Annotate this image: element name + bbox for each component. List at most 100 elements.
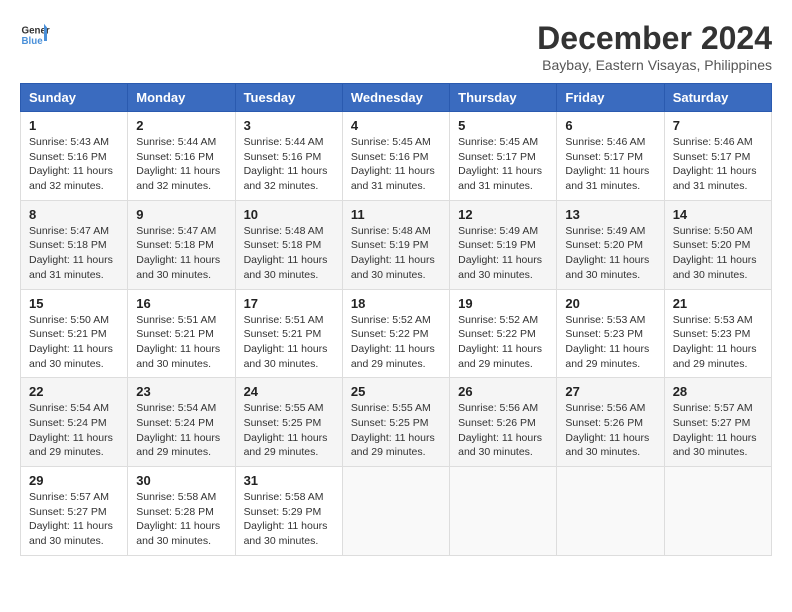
day-number: 20 (565, 296, 655, 311)
day-info: Sunrise: 5:53 AM Sunset: 5:23 PM Dayligh… (673, 313, 763, 372)
day-number: 27 (565, 384, 655, 399)
header-tuesday: Tuesday (235, 84, 342, 112)
day-info: Sunrise: 5:52 AM Sunset: 5:22 PM Dayligh… (351, 313, 441, 372)
header-friday: Friday (557, 84, 664, 112)
day-number: 16 (136, 296, 226, 311)
day-cell (342, 467, 449, 556)
day-info: Sunrise: 5:47 AM Sunset: 5:18 PM Dayligh… (29, 224, 119, 283)
page-header: General Blue December 2024 Baybay, Easte… (20, 20, 772, 73)
day-info: Sunrise: 5:54 AM Sunset: 5:24 PM Dayligh… (29, 401, 119, 460)
day-cell: 4Sunrise: 5:45 AM Sunset: 5:16 PM Daylig… (342, 112, 449, 201)
header-sunday: Sunday (21, 84, 128, 112)
title-area: December 2024 Baybay, Eastern Visayas, P… (537, 20, 772, 73)
day-number: 15 (29, 296, 119, 311)
day-info: Sunrise: 5:45 AM Sunset: 5:17 PM Dayligh… (458, 135, 548, 194)
day-number: 29 (29, 473, 119, 488)
day-cell: 10 Sunrise: 5:48 AM Sunset: 5:18 PM Dayli… (235, 200, 342, 289)
day-number: 18 (351, 296, 441, 311)
day-info: Sunrise: 5:43 AM Sunset: 5:16 PM Dayligh… (29, 135, 119, 194)
day-cell: 19 Sunrise: 5:52 AM Sunset: 5:22 PM Dayli… (450, 289, 557, 378)
day-cell: 21 Sunrise: 5:53 AM Sunset: 5:23 PM Dayli… (664, 289, 771, 378)
day-cell: 20 Sunrise: 5:53 AM Sunset: 5:23 PM Dayli… (557, 289, 664, 378)
day-cell: 16Sunrise: 5:51 AM Sunset: 5:21 PM Dayli… (128, 289, 235, 378)
day-number: 5 (458, 118, 548, 133)
day-number: 12 (458, 207, 548, 222)
day-cell: 7 Sunrise: 5:46 AM Sunset: 5:17 PM Daylig… (664, 112, 771, 201)
day-info: Sunrise: 5:50 AM Sunset: 5:21 PM Dayligh… (29, 313, 119, 372)
day-info: Sunrise: 5:52 AM Sunset: 5:22 PM Dayligh… (458, 313, 548, 372)
day-number: 28 (673, 384, 763, 399)
day-cell: 11Sunrise: 5:48 AM Sunset: 5:19 PM Dayli… (342, 200, 449, 289)
day-number: 8 (29, 207, 119, 222)
day-cell: 2Sunrise: 5:44 AM Sunset: 5:16 PM Daylig… (128, 112, 235, 201)
header-thursday: Thursday (450, 84, 557, 112)
day-cell: 30 Sunrise: 5:58 AM Sunset: 5:28 PM Dayli… (128, 467, 235, 556)
svg-text:Blue: Blue (22, 36, 44, 47)
day-cell: 17 Sunrise: 5:51 AM Sunset: 5:21 PM Dayli… (235, 289, 342, 378)
day-number: 24 (244, 384, 334, 399)
day-info: Sunrise: 5:51 AM Sunset: 5:21 PM Dayligh… (244, 313, 334, 372)
location-subtitle: Baybay, Eastern Visayas, Philippines (537, 57, 772, 73)
day-cell: 8 Sunrise: 5:47 AM Sunset: 5:18 PM Daylig… (21, 200, 128, 289)
day-info: Sunrise: 5:53 AM Sunset: 5:23 PM Dayligh… (565, 313, 655, 372)
day-number: 6 (565, 118, 655, 133)
day-info: Sunrise: 5:46 AM Sunset: 5:17 PM Dayligh… (673, 135, 763, 194)
day-info: Sunrise: 5:58 AM Sunset: 5:29 PM Dayligh… (244, 490, 334, 549)
day-number: 4 (351, 118, 441, 133)
header-saturday: Saturday (664, 84, 771, 112)
day-info: Sunrise: 5:54 AM Sunset: 5:24 PM Dayligh… (136, 401, 226, 460)
day-cell (664, 467, 771, 556)
week-row-2: 8 Sunrise: 5:47 AM Sunset: 5:18 PM Daylig… (21, 200, 772, 289)
header-wednesday: Wednesday (342, 84, 449, 112)
day-number: 2 (136, 118, 226, 133)
day-info: Sunrise: 5:48 AM Sunset: 5:18 PM Dayligh… (244, 224, 334, 283)
day-cell: 5 Sunrise: 5:45 AM Sunset: 5:17 PM Daylig… (450, 112, 557, 201)
day-cell: 14 Sunrise: 5:50 AM Sunset: 5:20 PM Dayli… (664, 200, 771, 289)
day-cell: 28 Sunrise: 5:57 AM Sunset: 5:27 PM Dayli… (664, 378, 771, 467)
day-cell: 15 Sunrise: 5:50 AM Sunset: 5:21 PM Dayli… (21, 289, 128, 378)
day-cell: 9 Sunrise: 5:47 AM Sunset: 5:18 PM Daylig… (128, 200, 235, 289)
day-number: 3 (244, 118, 334, 133)
day-number: 14 (673, 207, 763, 222)
day-number: 21 (673, 296, 763, 311)
day-number: 7 (673, 118, 763, 133)
day-info: Sunrise: 5:57 AM Sunset: 5:27 PM Dayligh… (673, 401, 763, 460)
day-info: Sunrise: 5:47 AM Sunset: 5:18 PM Dayligh… (136, 224, 226, 283)
logo-icon: General Blue (20, 20, 50, 50)
day-info: Sunrise: 5:46 AM Sunset: 5:17 PM Dayligh… (565, 135, 655, 194)
day-number: 26 (458, 384, 548, 399)
week-row-4: 22 Sunrise: 5:54 AM Sunset: 5:24 PM Dayli… (21, 378, 772, 467)
day-cell: 22 Sunrise: 5:54 AM Sunset: 5:24 PM Dayli… (21, 378, 128, 467)
day-cell: 1 Sunrise: 5:43 AM Sunset: 5:16 PM Daylig… (21, 112, 128, 201)
day-number: 31 (244, 473, 334, 488)
day-cell: 29Sunrise: 5:57 AM Sunset: 5:27 PM Dayli… (21, 467, 128, 556)
day-number: 19 (458, 296, 548, 311)
calendar-table: Sunday Monday Tuesday Wednesday Thursday… (20, 83, 772, 556)
day-info: Sunrise: 5:55 AM Sunset: 5:25 PM Dayligh… (351, 401, 441, 460)
day-info: Sunrise: 5:48 AM Sunset: 5:19 PM Dayligh… (351, 224, 441, 283)
day-info: Sunrise: 5:56 AM Sunset: 5:26 PM Dayligh… (565, 401, 655, 460)
day-number: 17 (244, 296, 334, 311)
day-cell: 31 Sunrise: 5:58 AM Sunset: 5:29 PM Dayli… (235, 467, 342, 556)
day-cell: 24Sunrise: 5:55 AM Sunset: 5:25 PM Dayli… (235, 378, 342, 467)
day-info: Sunrise: 5:58 AM Sunset: 5:28 PM Dayligh… (136, 490, 226, 549)
day-cell: 18 Sunrise: 5:52 AM Sunset: 5:22 PM Dayli… (342, 289, 449, 378)
day-number: 9 (136, 207, 226, 222)
day-number: 10 (244, 207, 334, 222)
logo: General Blue (20, 20, 50, 50)
day-number: 22 (29, 384, 119, 399)
week-row-3: 15 Sunrise: 5:50 AM Sunset: 5:21 PM Dayli… (21, 289, 772, 378)
day-number: 1 (29, 118, 119, 133)
day-cell: 6 Sunrise: 5:46 AM Sunset: 5:17 PM Daylig… (557, 112, 664, 201)
day-cell: 13Sunrise: 5:49 AM Sunset: 5:20 PM Dayli… (557, 200, 664, 289)
week-row-5: 29Sunrise: 5:57 AM Sunset: 5:27 PM Dayli… (21, 467, 772, 556)
day-number: 25 (351, 384, 441, 399)
day-info: Sunrise: 5:50 AM Sunset: 5:20 PM Dayligh… (673, 224, 763, 283)
day-number: 30 (136, 473, 226, 488)
header-monday: Monday (128, 84, 235, 112)
header-row: Sunday Monday Tuesday Wednesday Thursday… (21, 84, 772, 112)
day-info: Sunrise: 5:44 AM Sunset: 5:16 PM Dayligh… (244, 135, 334, 194)
day-cell: 3 Sunrise: 5:44 AM Sunset: 5:16 PM Daylig… (235, 112, 342, 201)
month-year-title: December 2024 (537, 20, 772, 57)
day-number: 23 (136, 384, 226, 399)
